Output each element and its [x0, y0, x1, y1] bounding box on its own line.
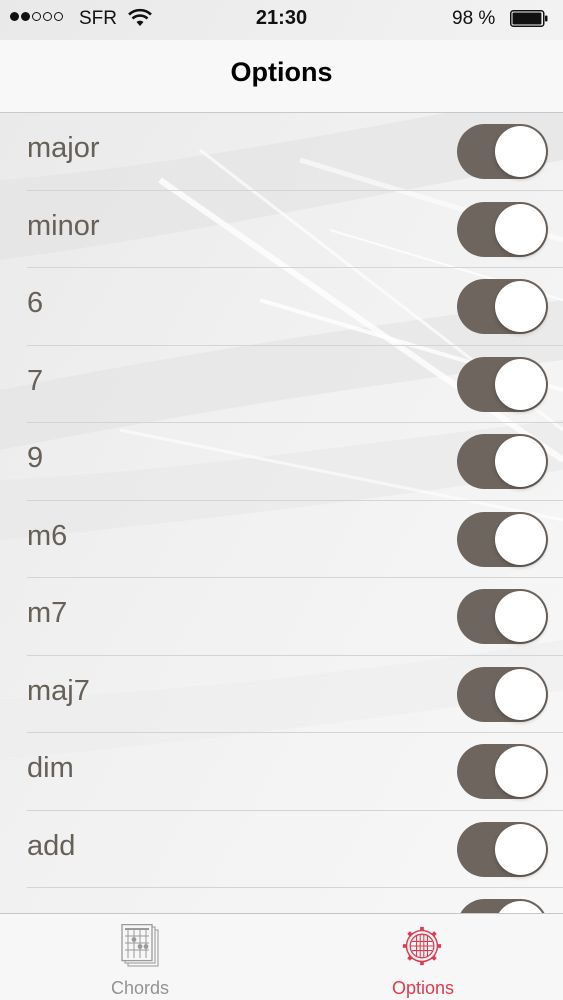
tab-label: Options: [391, 978, 455, 998]
chord-type-toggle[interactable]: [457, 434, 548, 489]
chord-type-label: minor: [27, 209, 100, 242]
battery-percentage: 98 %: [452, 8, 496, 29]
chord-type-label: 7: [27, 364, 44, 397]
chord-type-label: dim: [27, 752, 74, 784]
list-item: 6: [0, 268, 563, 346]
chord-type-label: maj7: [27, 674, 90, 707]
chord-type-toggle[interactable]: [457, 279, 548, 334]
navigation-bar: Options: [0, 40, 563, 113]
list-item: m6: [0, 501, 563, 578]
tab-label: Chords: [110, 978, 170, 998]
toggle-knob: [495, 668, 546, 720]
list-item: 7: [0, 346, 563, 423]
toggle-knob: [495, 823, 546, 875]
chord-type-toggle[interactable]: [457, 201, 548, 257]
options-screen: SFR 21:30 98 % Options major minor 6 7 9…: [0, 0, 563, 1000]
toggle-knob: [495, 513, 546, 565]
battery-icon: [510, 10, 548, 27]
chord-type-toggle[interactable]: [457, 511, 548, 567]
toggle-knob: [495, 901, 546, 913]
chord-type-toggle[interactable]: [457, 666, 548, 722]
chord-type-label: add: [27, 829, 76, 862]
toggle-knob: [495, 591, 546, 642]
chord-type-label: m6: [27, 519, 68, 552]
page-title: Options: [230, 57, 333, 87]
gear-icon: [402, 926, 442, 966]
toggle-knob: [495, 746, 546, 797]
chord-type-toggle[interactable]: [457, 356, 548, 412]
list-item: add: [0, 811, 563, 888]
chord-type-label: 9: [27, 442, 44, 474]
chord-type-toggle[interactable]: [457, 124, 548, 179]
tab-options[interactable]: Options: [323, 914, 523, 1000]
list-item: maj7: [0, 656, 563, 733]
toggle-knob: [495, 126, 546, 177]
status-bar: SFR 21:30 98 %: [0, 0, 563, 40]
chord-type-list[interactable]: major minor 6 7 9 m6 m7 maj7 dim add: [0, 113, 563, 913]
list-item: [0, 888, 563, 913]
list-item: dim: [0, 733, 563, 811]
list-item: major: [0, 113, 563, 191]
toggle-knob: [495, 358, 546, 410]
chord-type-toggle[interactable]: [457, 744, 548, 799]
chord-type-label: 6: [27, 287, 44, 319]
chord-type-toggle[interactable]: [457, 821, 548, 877]
chord-chart-icon: [121, 924, 159, 967]
chord-type-label: m7: [27, 597, 68, 629]
list-item: minor: [0, 191, 563, 268]
tab-bar: Chords Options: [0, 913, 563, 1000]
chord-type-toggle[interactable]: [457, 899, 548, 913]
toggle-knob: [495, 203, 546, 255]
chord-type-toggle[interactable]: [457, 589, 548, 644]
toggle-knob: [495, 281, 546, 332]
list-item: m7: [0, 578, 563, 656]
toggle-knob: [495, 436, 546, 487]
chord-type-label: major: [27, 132, 100, 164]
tab-chords[interactable]: Chords: [40, 914, 240, 1000]
list-item: 9: [0, 423, 563, 501]
